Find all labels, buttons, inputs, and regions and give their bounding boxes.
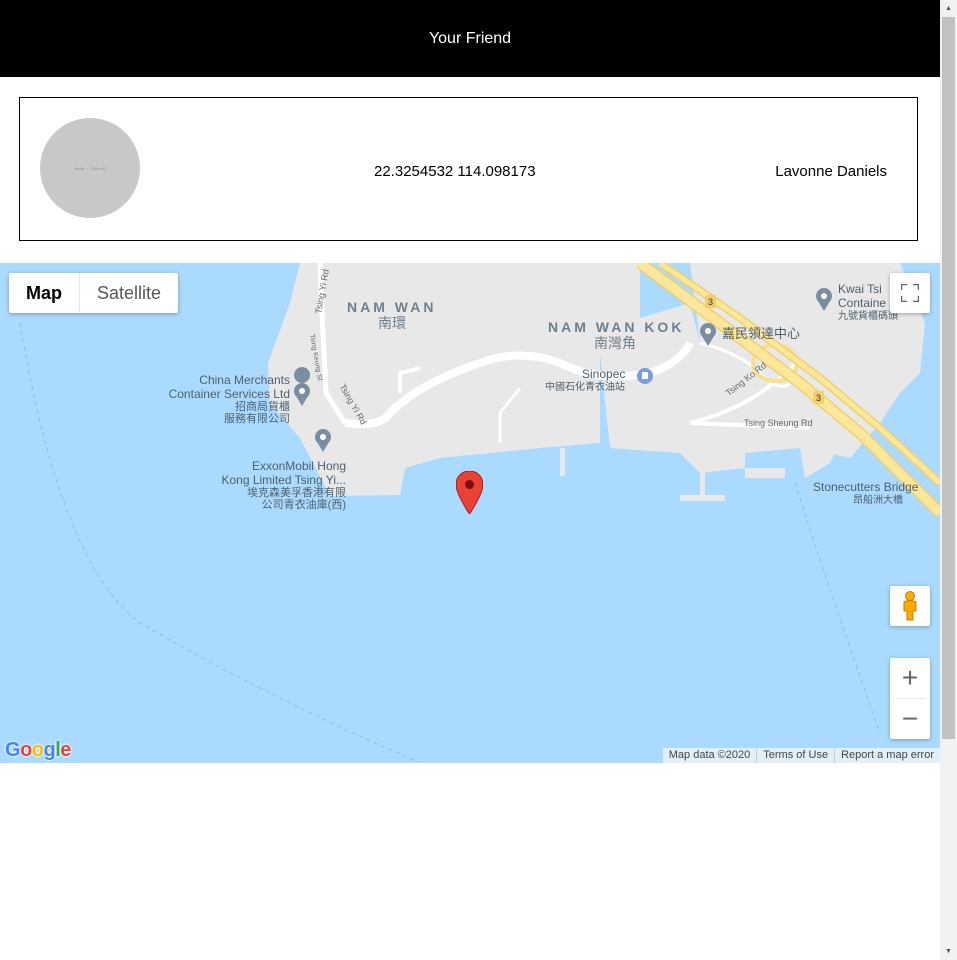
map-data-attribution[interactable]: Map data ©2020 [663,748,757,763]
label-china-merchants-1: China Merchants [199,373,290,387]
label-tsing-sheung-rd: Tsing Sheung Rd [744,418,813,428]
avatar: Ninth — 200×40 [40,118,140,218]
scrollbar-thumb[interactable] [942,17,955,739]
route-3-shield-a: 3 [708,297,714,307]
label-kwai-tsing-1: Kwai Tsi [838,282,882,296]
label-nam-wan-zh: 南環 [378,315,406,331]
google-logo-letter: o [20,739,32,761]
label-exxon-1: ExxonMobil Hong [251,459,346,473]
route-3-shield-b: 3 [816,393,822,403]
label-nam-wan-kok: NAM WAN KOK [548,319,685,335]
label-stonecutters-zh: 昂船洲大橋 [853,495,903,506]
scroll-down-arrow-icon[interactable]: ▼ [940,943,957,960]
map[interactable]: NAM WAN 南環 NAM WAN KOK 南灣角 China Merchan… [0,263,940,763]
fullscreen-button[interactable] [890,273,930,313]
location-marker-icon[interactable] [456,471,483,514]
label-exxon-2: Kong Limited Tsing Yi... [221,473,346,487]
friend-coordinates: 22.3254532 114.098173 [374,163,536,180]
google-logo-letter: g [43,739,56,761]
label-kwai-tsing-zh: 九號貨櫃碼頭 [838,311,898,322]
map-type-control: Map Satellite [9,273,179,313]
label-china-merchants-zh2: 服務有限公司 [224,413,290,425]
google-logo-letter: G [5,739,21,761]
label-kwai-tsing-2: Containe [838,296,887,310]
zoom-out-button[interactable]: − [890,699,930,739]
zoom-in-button[interactable]: + [890,658,930,698]
map-type-satellite-button[interactable]: Satellite [79,273,178,313]
label-sinopec: Sinopec [582,367,626,381]
label-sinopec-zh: 中國石化青衣油站 [545,382,625,393]
map-attribution: Map data ©2020 Terms of Use Report a map… [662,748,940,763]
app-header: Your Friend [0,0,940,77]
page-scrollbar[interactable]: ▲ ▼ [940,0,957,960]
label-exxon-zh2: 公司青衣油庫(西) [261,499,346,511]
google-logo-letter: o [31,739,44,761]
page: Your Friend Ninth — 200×40 22.3254532 11… [0,0,940,960]
google-logo-letter: e [60,739,71,761]
friend-card: Ninth — 200×40 22.3254532 114.098173 Lav… [19,97,918,241]
terms-of-use-link[interactable]: Terms of Use [756,748,834,763]
zoom-control: + − [890,658,930,739]
label-stonecutters: Stonecutters Bridge [813,480,919,494]
page-title: Your Friend [428,29,512,47]
google-logo[interactable]: Google [5,739,71,762]
pegman-icon [903,591,917,621]
label-nam-wan-kok-zh: 南灣角 [594,335,636,351]
label-nam-wan: NAM WAN [347,299,437,315]
fullscreen-icon [901,284,919,302]
scroll-up-arrow-icon[interactable]: ▲ [940,0,957,17]
map-type-map-button[interactable]: Map [9,273,79,313]
label-china-merchants-2: Container Services Ltd [168,387,290,401]
report-map-error-link[interactable]: Report a map error [834,748,940,763]
friend-name: Lavonne Daniels [775,163,887,180]
avatar-placeholder-text: Ninth — 200×40 [74,165,106,171]
street-view-button[interactable] [890,586,930,626]
label-kamen: 嘉民領達中心 [722,326,801,341]
